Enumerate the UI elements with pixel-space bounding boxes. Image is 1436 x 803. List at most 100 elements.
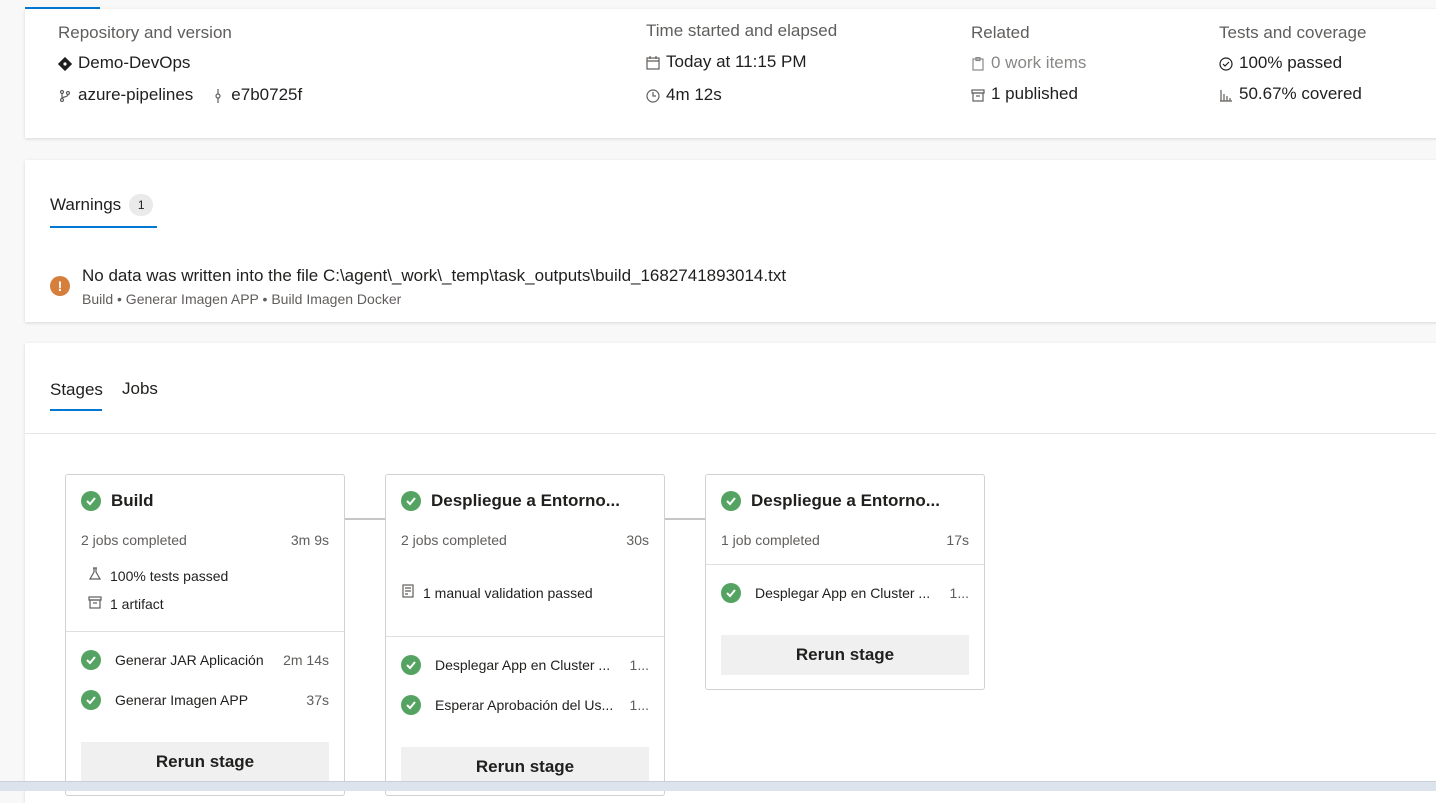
success-check-icon: [401, 491, 421, 511]
job-row[interactable]: Esperar Aprobación del Us... 1...: [401, 695, 649, 715]
stage-duration: 3m 9s: [290, 532, 329, 548]
jobs-completed-text: 2 jobs completed: [401, 532, 507, 548]
tests-passed-text: 100% passed: [1239, 53, 1343, 72]
job-duration: 37s: [306, 692, 329, 708]
clipboard-icon: [971, 56, 985, 71]
checklist-icon: [401, 584, 415, 601]
stage-duration: 30s: [626, 532, 649, 548]
beaker-icon: [88, 567, 102, 584]
warning-message[interactable]: No data was written into the file C:\age…: [82, 266, 786, 286]
job-row[interactable]: Generar Imagen APP 37s: [81, 690, 329, 710]
stage-meta: 2 jobs completed 3m 9s: [81, 532, 329, 548]
tab-jobs[interactable]: Jobs: [122, 379, 158, 399]
stage-title-text: Build: [111, 491, 154, 510]
elapsed-time: 4m 12s: [646, 85, 722, 105]
rerun-stage-button[interactable]: Rerun stage: [81, 742, 329, 782]
success-check-icon: [81, 690, 101, 710]
jobs-completed-text: 1 job completed: [721, 532, 820, 548]
branch-name: azure-pipelines: [78, 85, 194, 104]
coverage-text: 50.67% covered: [1239, 84, 1362, 103]
manual-validation-info[interactable]: 1 manual validation passed: [401, 584, 593, 601]
tests-info-text: 100% tests passed: [110, 567, 229, 584]
success-check-icon: [81, 650, 101, 670]
coverage-link[interactable]: 50.67% covered: [1219, 84, 1362, 104]
tests-passed-info[interactable]: 100% tests passed: [88, 567, 228, 584]
branch-link[interactable]: azure-pipelines e7b0725f: [58, 85, 302, 105]
manual-validation-text: 1 manual validation passed: [423, 584, 593, 601]
stage-title[interactable]: Despliegue a Entorno...: [721, 491, 940, 511]
stage-deploy-2[interactable]: Despliegue a Entorno... 1 job completed …: [705, 474, 985, 690]
stage-separator: [66, 631, 344, 632]
coverage-chart-icon: [1219, 87, 1233, 102]
related-heading: Related: [971, 23, 1030, 42]
stages-tab-label: Stages: [50, 380, 103, 399]
stage-separator: [706, 564, 984, 565]
job-name: Desplegar App en Cluster ...: [435, 657, 611, 673]
stage-separator: [386, 636, 664, 637]
stage-title-text: Despliegue a Entorno...: [751, 491, 940, 510]
tab-stages[interactable]: Stages: [50, 380, 103, 400]
artifact-info[interactable]: 1 artifact: [88, 595, 164, 612]
repository-heading: Repository and version: [58, 23, 232, 42]
clock-icon: [646, 88, 660, 103]
stages-card: Stages Jobs Build 2 jobs completed 3m 9s…: [25, 343, 1436, 803]
calendar-icon: [646, 55, 660, 70]
stage-meta: 1 job completed 17s: [721, 532, 969, 548]
published-artifacts-link[interactable]: 1 published: [971, 84, 1078, 104]
success-check-icon: [81, 491, 101, 511]
work-items-link[interactable]: 0 work items: [971, 53, 1086, 73]
artifact-icon: [88, 595, 102, 612]
git-repo-icon: [57, 56, 73, 72]
rerun-stage-button[interactable]: Rerun stage: [721, 635, 969, 675]
elapsed-time-text: 4m 12s: [666, 85, 722, 104]
job-name: Esperar Aprobación del Us...: [435, 697, 614, 713]
success-check-icon: [401, 695, 421, 715]
success-check-icon: [721, 491, 741, 511]
warning-source-path: Build • Generar Imagen APP • Build Image…: [82, 291, 402, 307]
stage-deploy-1[interactable]: Despliegue a Entorno... 2 jobs completed…: [385, 474, 665, 796]
success-check-icon: [721, 583, 741, 603]
stages-tab-underline: [50, 409, 102, 411]
jobs-tab-label: Jobs: [122, 379, 158, 398]
stage-connector: [345, 518, 385, 520]
branch-icon: [58, 88, 72, 103]
tab-warnings[interactable]: Warnings 1: [50, 194, 154, 216]
tabs-divider: [25, 433, 1436, 434]
stage-title[interactable]: Build: [81, 491, 154, 511]
time-heading: Time started and elapsed: [646, 21, 838, 40]
published-text: 1 published: [991, 84, 1078, 103]
repository-link[interactable]: Demo-DevOps: [57, 53, 191, 73]
start-time: Today at 11:15 PM: [646, 52, 807, 72]
commit-id[interactable]: e7b0725f: [231, 85, 302, 105]
stage-meta: 2 jobs completed 30s: [401, 532, 649, 548]
artifact-icon: [971, 87, 985, 102]
warnings-card: Warnings 1 ! No data was written into th…: [25, 160, 1436, 322]
repository-name: Demo-DevOps: [78, 53, 191, 72]
warning-icon: !: [50, 276, 70, 296]
success-check-icon: [401, 655, 421, 675]
stage-duration: 17s: [946, 532, 969, 548]
start-time-text: Today at 11:15 PM: [666, 52, 807, 71]
stage-connector: [665, 518, 705, 520]
job-name: Desplegar App en Cluster ...: [755, 585, 931, 601]
job-name: Generar Imagen APP: [115, 692, 249, 708]
tests-passed-link[interactable]: 100% passed: [1219, 53, 1342, 73]
warnings-tab-label: Warnings: [50, 195, 122, 214]
job-duration: 1...: [949, 585, 969, 601]
work-items-text: 0 work items: [991, 53, 1087, 72]
job-row[interactable]: Desplegar App en Cluster ... 1...: [401, 655, 649, 675]
job-row[interactable]: Desplegar App en Cluster ... 1...: [721, 583, 969, 603]
warnings-tab-underline: [50, 226, 157, 228]
job-duration: 1...: [629, 697, 649, 713]
job-row[interactable]: Generar JAR Aplicación 2m 14s: [81, 650, 329, 670]
stage-build[interactable]: Build 2 jobs completed 3m 9s 100% tests …: [65, 474, 345, 796]
job-duration: 1...: [629, 657, 649, 673]
job-duration: 2m 14s: [283, 652, 329, 668]
stage-title-text: Despliegue a Entorno...: [431, 491, 620, 510]
commit-icon: [211, 88, 225, 103]
tests-heading: Tests and coverage: [1219, 23, 1367, 42]
warnings-count-badge: 1: [129, 194, 154, 216]
stage-title[interactable]: Despliegue a Entorno...: [401, 491, 620, 511]
artifact-info-text: 1 artifact: [110, 595, 164, 612]
run-summary-card: Repository and version Demo-DevOps azure…: [25, 9, 1436, 138]
